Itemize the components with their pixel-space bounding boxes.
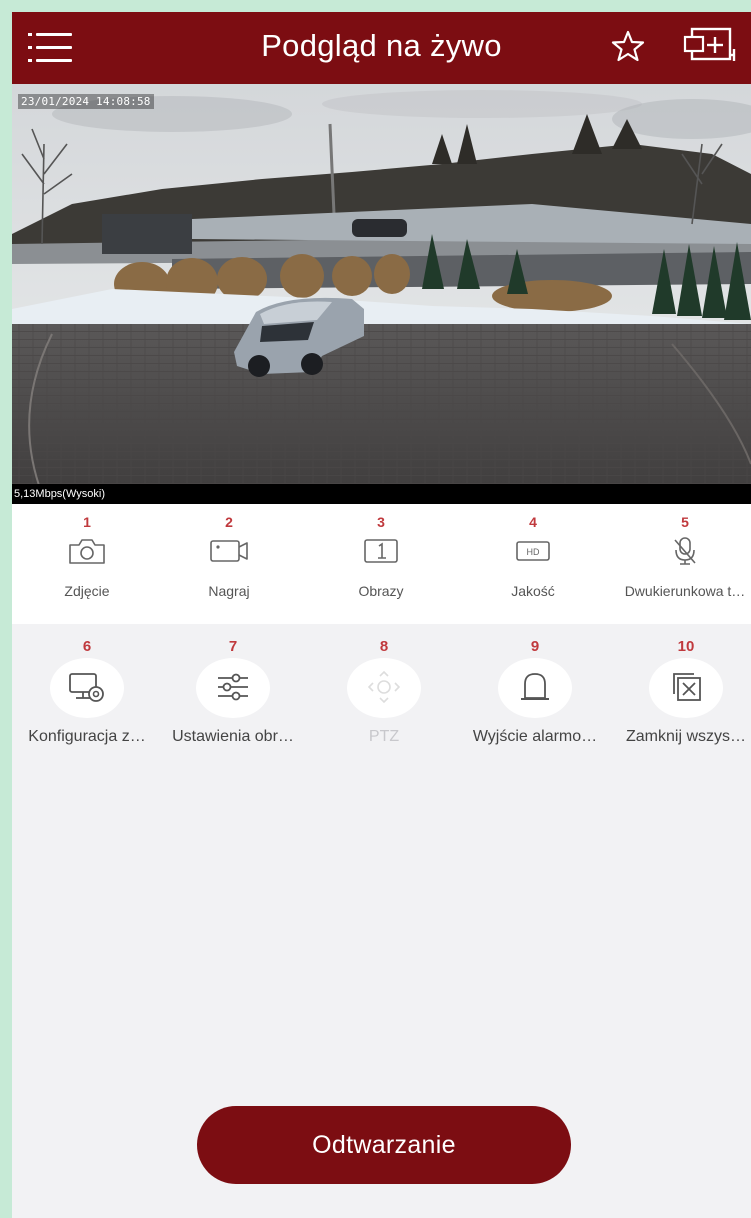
close-all-windows-icon bbox=[673, 673, 701, 701]
remote-config-button[interactable]: 6 Konfiguracja z… bbox=[12, 624, 162, 745]
top-bar: Podgląd na żywo bbox=[12, 12, 751, 84]
item-label: Konfiguracja z… bbox=[28, 728, 146, 745]
item-number: 9 bbox=[530, 638, 540, 655]
camera-icon bbox=[69, 539, 105, 564]
star-outline-icon bbox=[611, 30, 645, 62]
alarm-light-icon bbox=[521, 673, 549, 700]
tool-circle bbox=[196, 658, 270, 718]
tool-circle bbox=[649, 658, 723, 718]
item-label: PTZ bbox=[368, 728, 400, 745]
item-number: 1 bbox=[83, 514, 91, 530]
item-number: 7 bbox=[228, 638, 238, 655]
playback-button[interactable]: Odtwarzanie bbox=[197, 1106, 571, 1184]
item-label: Zdjęcie bbox=[64, 583, 110, 599]
item-label: Zamknij wszys… bbox=[625, 728, 746, 745]
item-label: Wyjście alarmo… bbox=[472, 728, 598, 745]
video-timestamp: 23/01/2024 14:08:58 bbox=[18, 94, 154, 109]
bitrate-label: 5,13Mbps(Wysoki) bbox=[12, 484, 751, 504]
alarm-output-button[interactable]: 9 Wyjście alarmo… bbox=[460, 624, 610, 745]
svg-text:HD: HD bbox=[527, 547, 540, 557]
tool-circle bbox=[498, 658, 572, 718]
close-all-button[interactable]: 10 Zamknij wszys… bbox=[611, 624, 751, 745]
monitor-settings-icon bbox=[69, 673, 104, 702]
microphone-off-icon bbox=[674, 537, 696, 565]
single-view-icon bbox=[364, 539, 398, 563]
ptz-directional-icon bbox=[367, 670, 401, 704]
ptz-button[interactable]: 8 PTZ bbox=[309, 624, 459, 745]
item-number: 10 bbox=[677, 638, 695, 655]
two-way-talk-button[interactable]: 5 Dwukierunkowa t… bbox=[610, 504, 751, 624]
views-button[interactable]: 3 Obrazy bbox=[306, 504, 456, 624]
video-record-icon bbox=[210, 540, 248, 562]
item-number: 4 bbox=[529, 514, 537, 530]
sliders-icon bbox=[218, 673, 248, 701]
item-label: Jakość bbox=[511, 583, 555, 599]
item-label: Ustawienia obr… bbox=[172, 728, 294, 745]
item-label: Nagraj bbox=[208, 583, 250, 599]
tool-circle bbox=[347, 658, 421, 718]
item-label: Obrazy bbox=[358, 583, 404, 599]
image-settings-button[interactable]: 7 Ustawienia obr… bbox=[158, 624, 308, 745]
screen-add-icon bbox=[683, 27, 736, 61]
item-number: 2 bbox=[225, 514, 233, 530]
quality-button[interactable]: 4 HD Jakość bbox=[458, 504, 608, 624]
live-video-view[interactable]: 23/01/2024 14:08:58 bbox=[12, 84, 751, 504]
favorite-button[interactable] bbox=[610, 28, 646, 64]
item-number: 8 bbox=[379, 638, 389, 655]
snapshot-button[interactable]: 1 Zdjęcie bbox=[12, 504, 162, 624]
item-number: 6 bbox=[82, 638, 92, 655]
tool-circle bbox=[50, 658, 124, 718]
item-label: Dwukierunkowa t… bbox=[624, 583, 746, 599]
multiview-button[interactable] bbox=[682, 25, 738, 71]
record-button[interactable]: 2 Nagraj bbox=[154, 504, 304, 624]
live-toolbar: 1 Zdjęcie 2 Nagraj 3 Obrazy 4 HD Jakość … bbox=[12, 504, 751, 624]
camera-feed-image bbox=[12, 84, 751, 504]
more-tools-grid: 6 Konfiguracja z… 7 Ustawienia obr… 8 PT… bbox=[12, 624, 751, 745]
item-number: 3 bbox=[377, 514, 385, 530]
item-number: 5 bbox=[681, 514, 689, 530]
hd-icon: HD bbox=[516, 541, 550, 561]
app-screen: Podgląd na żywo 23/01/2024 14:08:58 5,13… bbox=[12, 12, 751, 1218]
